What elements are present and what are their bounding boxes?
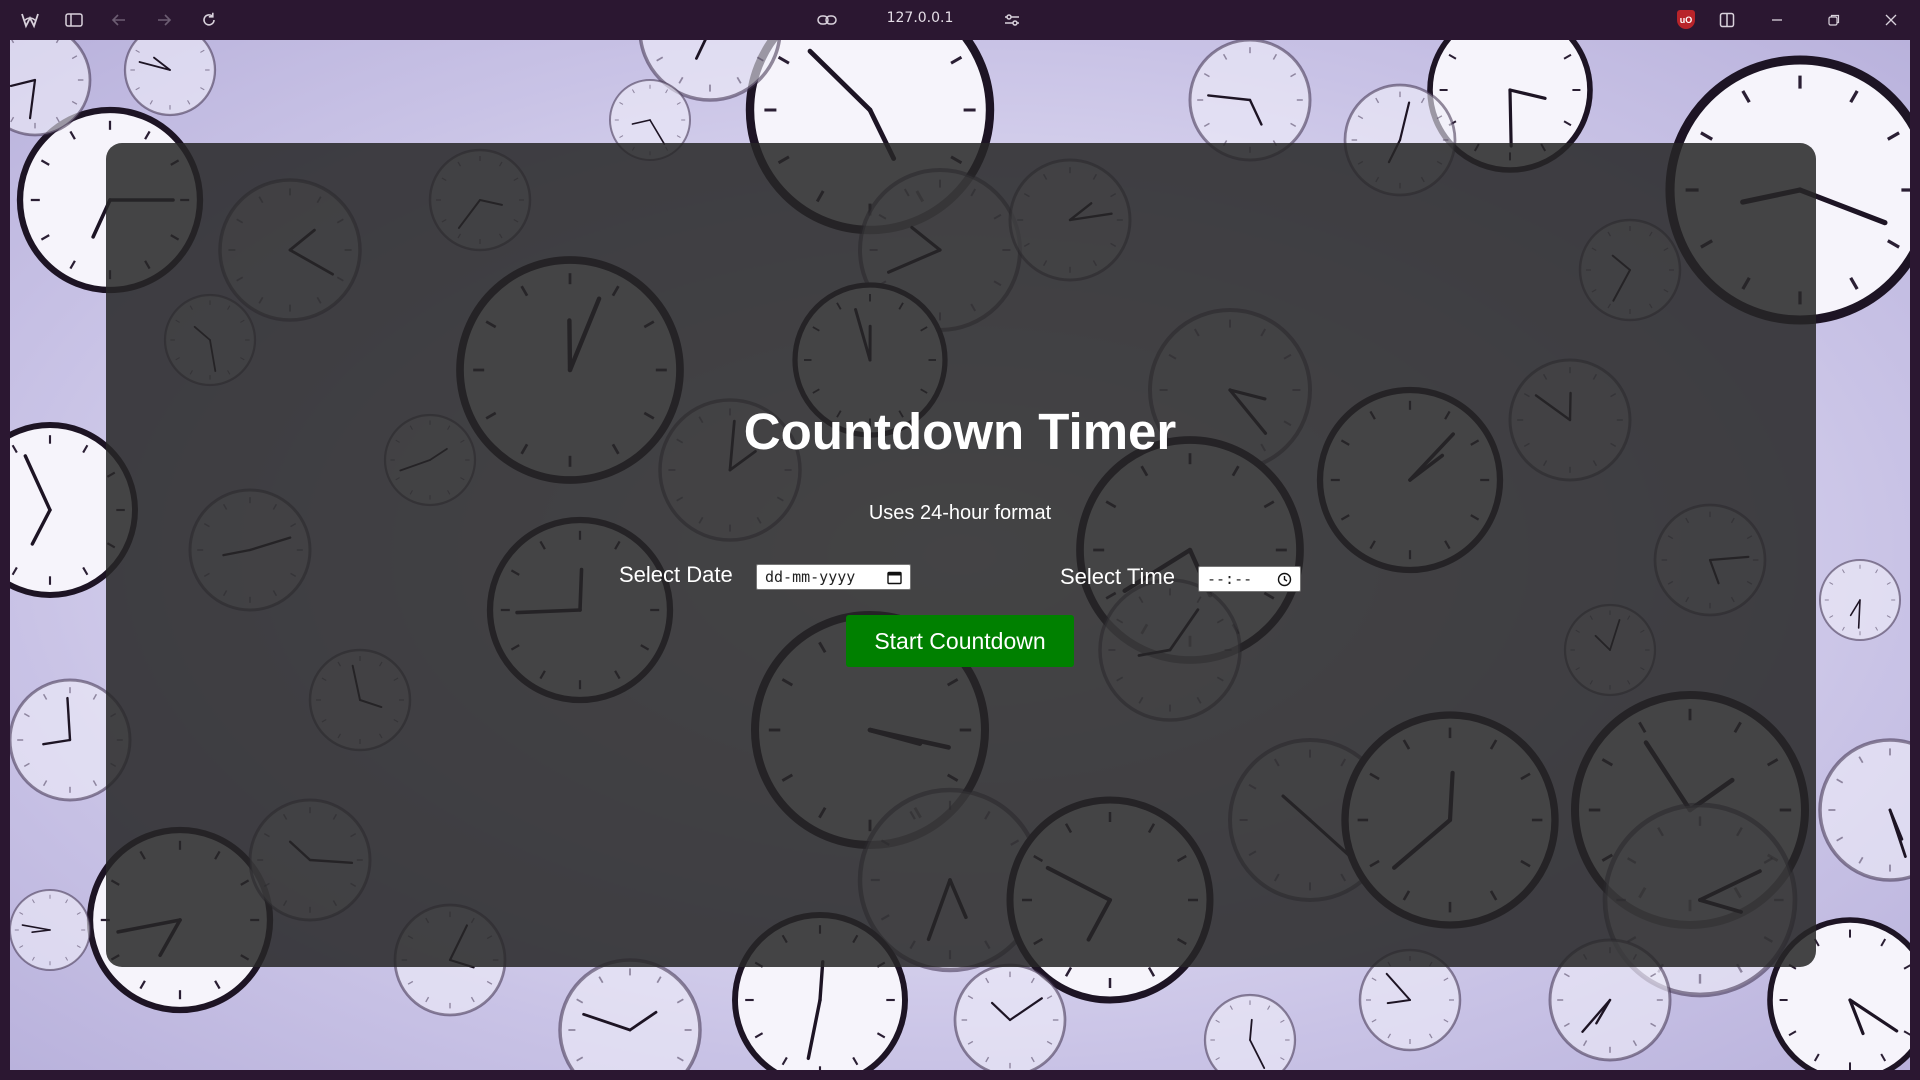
browser-logo-icon[interactable] (16, 6, 44, 34)
clock-face-decoration (1818, 738, 1910, 882)
clock-icon[interactable] (1277, 572, 1292, 587)
clock-face-decoration (558, 958, 702, 1070)
minimize-icon[interactable] (1763, 6, 1791, 34)
window-border-left (0, 40, 10, 1070)
restore-icon[interactable] (1820, 6, 1848, 34)
clock-face-decoration (1819, 559, 1901, 641)
sidebar-toggle-icon[interactable] (60, 6, 88, 34)
time-placeholder: --:-- (1207, 570, 1253, 588)
reload-icon[interactable] (195, 6, 223, 34)
date-input[interactable]: dd-mm-yyyy (756, 564, 911, 590)
date-label: Select Date (619, 562, 733, 587)
close-icon[interactable] (1877, 6, 1905, 34)
address-bar-url[interactable]: 127.0.0.1 (880, 10, 960, 26)
sliders-icon[interactable] (998, 6, 1026, 34)
window-border-bottom (0, 1070, 1920, 1080)
arrow-right-icon[interactable] (150, 6, 178, 34)
clock-face-decoration (1188, 40, 1312, 162)
link-icon[interactable] (813, 6, 841, 34)
ublock-origin-icon[interactable]: uO (1677, 10, 1695, 29)
date-placeholder: dd-mm-yyyy (765, 568, 856, 586)
browser-titlebar: 127.0.0.1 uO (0, 0, 1920, 40)
calendar-icon[interactable] (887, 570, 902, 585)
page-viewport (10, 40, 1910, 1070)
arrow-left-icon[interactable] (105, 6, 133, 34)
page-subtitle: Uses 24-hour format (868, 502, 1052, 524)
clock-face-decoration (1203, 993, 1297, 1070)
countdown-panel (106, 143, 1816, 967)
clock-face-decoration (123, 40, 217, 117)
page-title: Countdown Timer (743, 403, 1177, 460)
start-countdown-button[interactable]: Start Countdown (846, 615, 1074, 667)
split-view-icon[interactable] (1713, 6, 1741, 34)
clock-face-decoration (953, 963, 1067, 1070)
window-border-right (1910, 40, 1920, 1070)
time-input[interactable]: --:-- (1198, 566, 1301, 592)
time-label: Select Time (1060, 564, 1175, 589)
clock-face-decoration (10, 889, 91, 971)
